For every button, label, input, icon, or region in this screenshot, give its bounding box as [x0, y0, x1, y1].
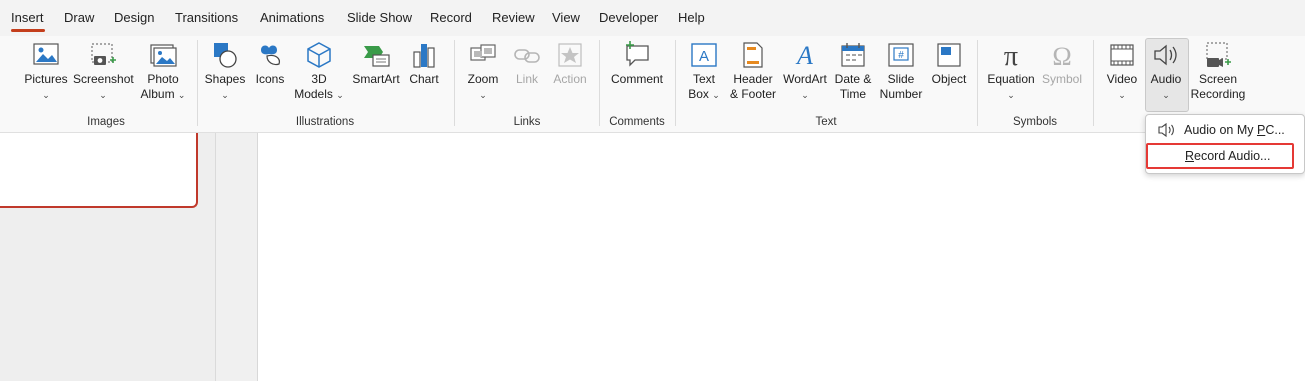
symbol-button[interactable]: Ω Symbol [1040, 40, 1084, 87]
speaker-icon [1154, 44, 1177, 66]
screen-recording-icon [1206, 42, 1231, 67]
icons-button[interactable]: Icons [252, 40, 288, 87]
pictures-button[interactable]: Pictures ⌄ [22, 40, 70, 103]
photo-album-icon [150, 44, 177, 67]
video-icon [1110, 44, 1134, 66]
screen-recording-button[interactable]: Screen Recording [1189, 40, 1247, 102]
ribbon-tabs: Insert Draw Design Transitions Animation… [0, 0, 1305, 36]
wordart-icon: A [795, 41, 813, 70]
tab-insert[interactable]: Insert [11, 10, 44, 25]
screenshot-button[interactable]: Screenshot ⌄ [73, 40, 134, 103]
chart-button[interactable]: Chart [407, 40, 441, 87]
comment-icon [626, 41, 649, 67]
cube-icon [307, 42, 331, 68]
zoom-icon [470, 44, 496, 61]
pi-icon: π [1004, 41, 1018, 70]
tab-transitions[interactable]: Transitions [175, 10, 238, 25]
slide-number-icon: # [888, 43, 914, 67]
text-box-button[interactable]: A Text Box ⌄ [686, 40, 722, 103]
group-separator [197, 40, 198, 126]
menu-item-record-audio[interactable]: Record Audio... [1146, 143, 1294, 169]
header-footer-icon [743, 42, 763, 68]
svg-text:A: A [795, 41, 813, 70]
omega-icon: Ω [1052, 42, 1071, 70]
header-footer-button[interactable]: Header & Footer [728, 40, 778, 102]
action-button[interactable]: Action [550, 40, 590, 87]
smartart-button[interactable]: SmartArt [350, 40, 402, 87]
pictures-icon [33, 43, 59, 65]
svg-text:π: π [1004, 41, 1018, 70]
comment-button[interactable]: Comment [609, 40, 665, 87]
tab-slide-show[interactable]: Slide Show [347, 10, 412, 25]
group-label-symbols: Symbols [1012, 116, 1058, 128]
action-star-icon [558, 43, 582, 67]
tab-review[interactable]: Review [492, 10, 535, 25]
audio-dropdown-menu: Audio on My PC... Record Audio... [1145, 114, 1305, 174]
speaker-icon [1158, 122, 1174, 138]
tab-view[interactable]: View [552, 10, 580, 25]
menu-item-audio-on-my-pc[interactable]: Audio on My PC... [1146, 117, 1304, 143]
wordart-button[interactable]: A WordArt ⌄ [782, 40, 828, 103]
group-label-images: Images [87, 116, 125, 128]
active-tab-indicator [11, 29, 45, 32]
tab-record[interactable]: Record [430, 10, 472, 25]
icons-icon [261, 45, 280, 66]
editor-gutter [216, 133, 258, 381]
link-icon [514, 49, 540, 63]
tab-help[interactable]: Help [678, 10, 705, 25]
menu-item-label: Audio on My PC... [1184, 123, 1285, 137]
date-time-button[interactable]: Date & Time [833, 40, 873, 102]
ribbon: Pictures ⌄ Screenshot ⌄ Photo Album ⌄ Im… [0, 36, 1305, 133]
group-separator [599, 40, 600, 126]
object-icon [937, 43, 961, 67]
link-button[interactable]: Link [510, 40, 544, 87]
text-box-icon: A [691, 43, 717, 67]
calendar-icon [841, 43, 865, 67]
chart-icon [413, 44, 435, 68]
screenshot-icon [91, 43, 116, 65]
group-separator [454, 40, 455, 126]
svg-text:Ω: Ω [1052, 42, 1071, 70]
photo-album-button[interactable]: Photo Album ⌄ [138, 40, 188, 103]
tab-design[interactable]: Design [114, 10, 154, 25]
video-button[interactable]: Video ⌄ [1102, 40, 1142, 103]
tab-developer[interactable]: Developer [599, 10, 658, 25]
group-separator [675, 40, 676, 126]
tab-draw[interactable]: Draw [64, 10, 94, 25]
tab-animations[interactable]: Animations [260, 10, 324, 25]
group-label-text: Text [815, 116, 837, 128]
shapes-button[interactable]: Shapes ⌄ [204, 40, 246, 103]
smartart-icon [364, 46, 390, 67]
slide-thumbnail[interactable] [0, 133, 198, 208]
object-button[interactable]: Object [929, 40, 969, 87]
slide-number-button[interactable]: # Slide Number [877, 40, 925, 102]
audio-button[interactable]: Audio ⌄ [1146, 40, 1186, 103]
group-separator [977, 40, 978, 126]
group-label-illustrations: Illustrations [295, 116, 355, 128]
group-label-links: Links [513, 116, 541, 128]
zoom-button[interactable]: Zoom ⌄ [464, 40, 502, 103]
shapes-icon [214, 43, 237, 68]
group-separator [1093, 40, 1094, 126]
menu-item-label: Record Audio... [1185, 149, 1271, 163]
3d-models-button[interactable]: 3D Models ⌄ [294, 40, 344, 103]
group-label-comments: Comments [609, 116, 665, 128]
svg-text:#: # [898, 50, 904, 61]
svg-text:A: A [699, 48, 709, 65]
equation-button[interactable]: π Equation ⌄ [986, 40, 1036, 103]
